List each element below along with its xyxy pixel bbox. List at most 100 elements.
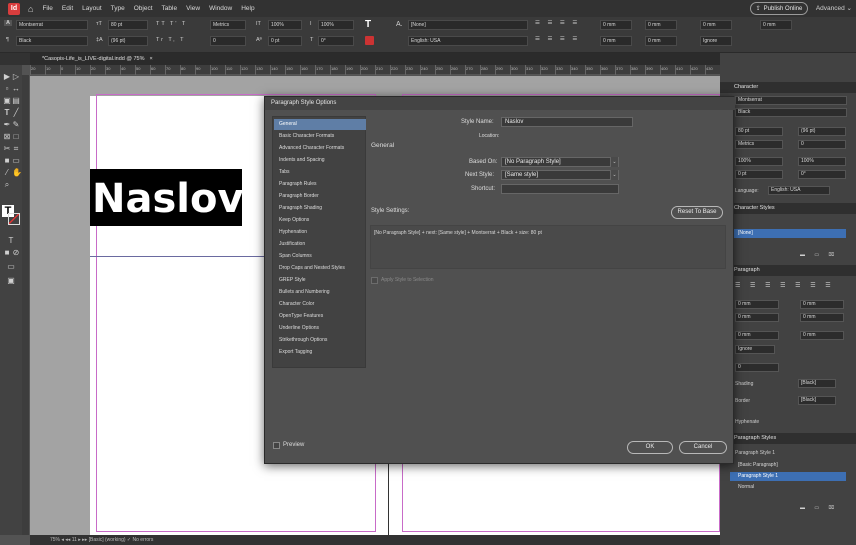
category-justification[interactable]: Justification (274, 239, 366, 250)
close-icon[interactable]: × (150, 56, 153, 62)
character-style-item-none[interactable]: [None] (730, 229, 846, 238)
category-basic-character-formats[interactable]: Basic Character Formats (274, 131, 366, 142)
horizontal-ruler[interactable]: 20 10 0 10 20 30 40 50 60 70 80 90 100 110 120 130 140 15… (30, 65, 720, 75)
rectangle-tool-icon[interactable]: □ (12, 133, 20, 141)
zoom-tool-icon[interactable]: ⌕ (3, 181, 11, 189)
font-family-field[interactable]: Montserrat (16, 20, 88, 30)
category-paragraph-rules[interactable]: Paragraph Rules (274, 179, 366, 190)
page-tool-icon[interactable]: ▫ (3, 85, 11, 93)
note-tool-icon[interactable]: ▭ (12, 157, 20, 165)
naslov-heading-frame[interactable]: Naslov (90, 169, 244, 226)
eyedropper-tool-icon[interactable]: ⁄ (3, 169, 11, 177)
left-indent-field[interactable]: 0 mm (600, 20, 632, 30)
font-size-field[interactable]: 80 pt (108, 20, 148, 30)
category-general[interactable]: General (274, 119, 366, 130)
category-character-color[interactable]: Character Color (274, 299, 366, 310)
pen-tool-icon[interactable]: ✒ (3, 121, 11, 129)
space-before-field[interactable]: 0 mm (700, 20, 732, 30)
category-tabs[interactable]: Tabs (274, 167, 366, 178)
content-placer-icon[interactable]: ▤ (12, 97, 20, 105)
menu-type[interactable]: Type (111, 5, 125, 12)
apply-color-icon[interactable]: ■ (3, 249, 11, 257)
char-baseline-field[interactable]: 0 pt (735, 170, 783, 179)
pencil-tool-icon[interactable]: ✎ (12, 121, 20, 129)
menu-file[interactable]: File (42, 5, 52, 12)
menu-table[interactable]: Table (162, 5, 178, 12)
baseline-shift-field[interactable]: 0 pt (268, 36, 302, 46)
leading-field[interactable]: (96 pt) (108, 36, 148, 46)
selection-tool-icon[interactable]: ▶ (3, 73, 11, 81)
screen-mode-icon[interactable]: ▣ (7, 277, 15, 285)
menu-object[interactable]: Object (134, 5, 153, 12)
text-fill-icon[interactable]: T (365, 19, 371, 30)
char-vscale-field[interactable]: 100% (735, 157, 783, 166)
paragraph-style-item-normal[interactable]: Normal (730, 483, 846, 492)
category-paragraph-border[interactable]: Paragraph Border (274, 191, 366, 202)
char-size-field[interactable]: 80 pt (735, 127, 783, 136)
first-line-indent-field[interactable]: 0 mm (600, 36, 632, 46)
justify-buttons-icon[interactable]: ☰ ☰ ☰ ☰ (535, 36, 580, 42)
content-collector-icon[interactable]: ▣ (3, 97, 11, 105)
skew-field[interactable]: 0° (318, 36, 354, 46)
char-leading-field[interactable]: (96 pt) (798, 127, 846, 136)
para-space-after-field[interactable]: 0 mm (800, 331, 844, 340)
direct-selection-tool-icon[interactable]: ▷ (12, 73, 20, 81)
category-advanced-character-formats[interactable]: Advanced Character Formats (274, 143, 366, 154)
menu-edit[interactable]: Edit (62, 5, 73, 12)
para-left-indent-field[interactable]: 0 mm (735, 300, 779, 309)
rectangle-frame-tool-icon[interactable]: ⊠ (3, 133, 11, 141)
para-border-color[interactable]: [Black] (798, 396, 836, 405)
paragraph-align-icon[interactable]: ☰ ☰ ☰ ☰ ☰ ☰ ☰ (735, 282, 835, 289)
tracking-field[interactable]: 0 (210, 36, 246, 46)
last-line-indent-field[interactable]: 0 mm (645, 36, 677, 46)
category-bullets-numbering[interactable]: Bullets and Numbering (274, 287, 366, 298)
category-keep-options[interactable]: Keep Options (274, 215, 366, 226)
category-strikethrough-options[interactable]: Strikethrough Options (274, 335, 366, 346)
category-span-columns[interactable]: Span Columns (274, 251, 366, 262)
char-language-field[interactable]: English: USA (768, 186, 830, 195)
vertical-ruler[interactable] (22, 75, 30, 535)
char-font-family-field[interactable]: Montserrat (735, 96, 847, 105)
document-tab[interactable]: *Casopis-Life_is_LIVE-digital.indd @ 75%… (42, 54, 153, 64)
apply-none-icon[interactable]: ⊘ (12, 249, 20, 257)
category-drop-caps[interactable]: Drop Caps and Nested Styles (274, 263, 366, 274)
formatting-container-icon[interactable]: T (7, 237, 15, 245)
gradient-tool-icon[interactable]: ■ (3, 157, 11, 165)
character-style-field[interactable]: [None] (408, 20, 528, 30)
kerning-field[interactable]: Metrics (210, 20, 246, 30)
character-panel-header[interactable]: Character (720, 82, 856, 93)
para-last-indent-field[interactable]: 0 mm (800, 313, 844, 322)
free-transform-tool-icon[interactable]: ⌗ (12, 145, 20, 153)
view-mode-icon[interactable]: ▭ (7, 263, 15, 271)
paragraph-panel-header[interactable]: Paragraph (720, 265, 856, 276)
preview-checkbox[interactable] (273, 442, 280, 449)
gap-tool-icon[interactable]: ↔ (12, 85, 20, 93)
align-buttons-icon[interactable]: ☰ ☰ ☰ ☰ (535, 20, 580, 26)
para-shading-color[interactable]: [Black] (798, 379, 836, 388)
vertical-scale-field[interactable]: 100% (268, 20, 302, 30)
type-tool-icon[interactable]: T (3, 109, 11, 117)
apply-style-checkbox[interactable] (371, 277, 378, 284)
stroke-swatch-icon[interactable] (8, 213, 20, 225)
category-underline-options[interactable]: Underline Options (274, 323, 366, 334)
category-export-tagging[interactable]: Export Tagging (274, 347, 366, 358)
font-style-field[interactable]: Black (16, 36, 88, 46)
line-tool-icon[interactable]: ╱ (12, 109, 20, 117)
category-opentype-features[interactable]: OpenType Features (274, 311, 366, 322)
next-style-select[interactable]: [Same style] ⌄ (501, 170, 619, 180)
char-kerning-field[interactable]: Metrics (735, 140, 783, 149)
para-hyph-select[interactable]: Ignore (735, 345, 775, 354)
shortcut-input[interactable] (501, 184, 619, 194)
category-paragraph-shading[interactable]: Paragraph Shading (274, 203, 366, 214)
horizontal-scale-field[interactable]: 100% (318, 20, 354, 30)
menu-view[interactable]: View (186, 5, 200, 12)
char-hscale-field[interactable]: 100% (798, 157, 846, 166)
menu-window[interactable]: Window (209, 5, 232, 12)
language-field[interactable]: English: USA (408, 36, 528, 46)
menu-help[interactable]: Help (241, 5, 254, 12)
char-tracking-field[interactable]: 0 (798, 140, 846, 149)
category-grep-style[interactable]: GREP Style (274, 275, 366, 286)
paragraph-mode-icon[interactable]: ¶ (6, 37, 9, 43)
publish-online-button[interactable]: ⇪ Publish Online (750, 2, 808, 15)
right-indent-field[interactable]: 0 mm (645, 20, 677, 30)
